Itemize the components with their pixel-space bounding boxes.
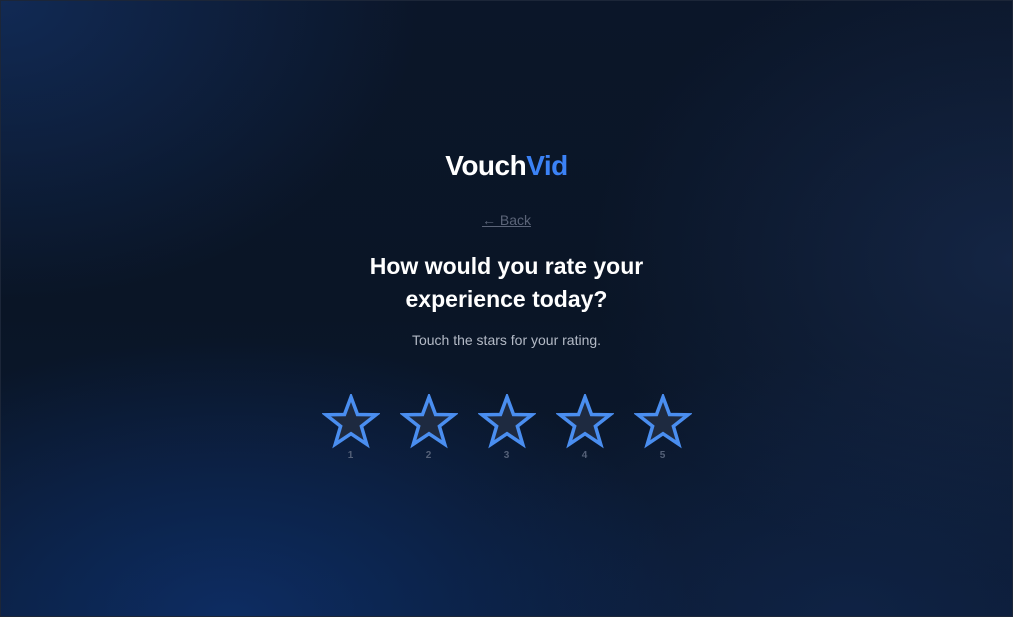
- star-button-3[interactable]: 3: [477, 394, 536, 462]
- star-button-2[interactable]: 2: [399, 394, 458, 462]
- star-label: 3: [503, 450, 510, 461]
- back-link[interactable]: ← Back: [482, 212, 531, 228]
- back-nav: ← Back: [0, 211, 1013, 229]
- rating-question: How would you rate your experience today…: [300, 250, 713, 316]
- rating-instructions: Touch the stars for your rating.: [411, 332, 602, 348]
- star-label: 5: [659, 450, 666, 461]
- star-outline-icon: [321, 394, 380, 449]
- question-line-2: experience today?: [405, 286, 608, 312]
- star-label: 2: [425, 450, 432, 461]
- star-button-1[interactable]: 1: [321, 394, 380, 462]
- star-rating: 1 2 3 4 5: [0, 394, 1013, 462]
- star-button-4[interactable]: 4: [555, 394, 614, 462]
- star-outline-icon: [477, 394, 536, 449]
- star-label: 1: [347, 450, 354, 461]
- star-button-5[interactable]: 5: [633, 394, 692, 462]
- star-outline-icon: [399, 394, 458, 449]
- brand-logo: VouchVid: [0, 148, 1013, 184]
- star-outline-icon: [633, 394, 692, 449]
- brand-name-part2: Vid: [526, 150, 568, 181]
- star-label: 4: [581, 450, 588, 461]
- star-outline-icon: [555, 394, 614, 449]
- question-line-1: How would you rate your: [369, 253, 644, 279]
- brand-name-part1: Vouch: [445, 150, 527, 181]
